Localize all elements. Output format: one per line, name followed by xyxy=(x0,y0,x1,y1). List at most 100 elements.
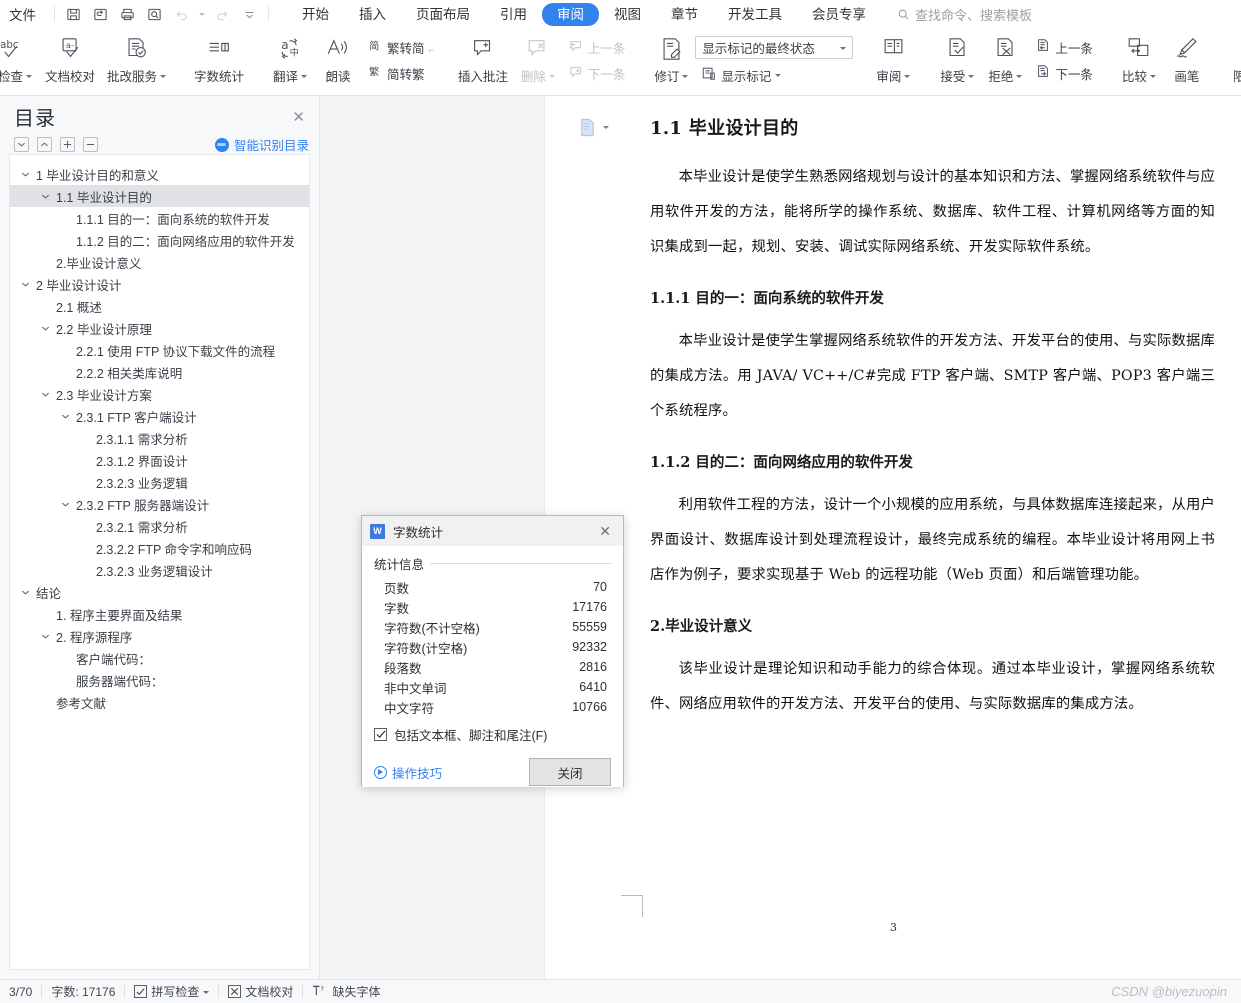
toc-item[interactable]: 1.1 毕业设计目的 xyxy=(10,185,309,207)
chevron-down-icon[interactable] xyxy=(38,193,52,200)
page-layout-control[interactable] xyxy=(579,118,609,137)
tab-view[interactable]: 视图 xyxy=(599,3,656,26)
chevron-down-icon[interactable] xyxy=(38,633,52,640)
chevron-down-icon[interactable] xyxy=(58,413,72,420)
read-aloud-button[interactable]: 朗读 xyxy=(314,31,362,89)
toc-item[interactable]: 2.2.1 使用 FTP 协议下载文件的流程 xyxy=(10,339,309,361)
tab-member[interactable]: 会员专享 xyxy=(797,3,881,26)
track-changes-button[interactable]: 修订 xyxy=(647,31,695,89)
tab-page-layout[interactable]: 页面布局 xyxy=(401,3,485,26)
operation-tips-link[interactable]: 操作技巧 xyxy=(374,763,442,782)
toc-item[interactable]: 2.3.2 FTP 服务器端设计 xyxy=(10,493,309,515)
show-markup-button[interactable]: 显示标记 xyxy=(695,63,853,87)
tab-review[interactable]: 审阅 xyxy=(542,3,599,26)
toc-item[interactable]: 2.3 毕业设计方案 xyxy=(10,383,309,405)
toc-item[interactable]: 2.2 毕业设计原理 xyxy=(10,317,309,339)
trad-to-simp-button[interactable]: 简 繁转简 xyxy=(362,35,431,59)
toc-item[interactable]: 2. 程序源程序 xyxy=(10,625,309,647)
undo-dropdown-icon[interactable] xyxy=(196,3,208,25)
chevron-down-icon[interactable] xyxy=(58,501,72,508)
insert-comment-button[interactable]: 插入批注 xyxy=(452,31,514,89)
next-comment-button[interactable]: 下一条 xyxy=(562,61,632,85)
toc-item[interactable]: 2.2.2 相关类库说明 xyxy=(10,361,309,383)
file-menu-button[interactable]: 文件 xyxy=(0,4,48,24)
toc-item[interactable]: 服务器端代码： xyxy=(10,669,309,691)
save-as-icon[interactable] xyxy=(88,3,113,25)
markup-display-combo[interactable]: 显示标记的最终状态 xyxy=(695,36,853,59)
toc-item[interactable]: 2.3.1 FTP 客户端设计 xyxy=(10,405,309,427)
collapse-up-button[interactable] xyxy=(37,137,52,152)
include-textboxes-checkbox[interactable]: 包括文本框、脚注和尾注(F) xyxy=(374,725,611,744)
customize-qat-icon[interactable] xyxy=(237,3,262,25)
word-count-status[interactable]: 字数: 17176 xyxy=(42,980,124,1003)
dialog-title-bar[interactable]: W 字数统计 ✕ xyxy=(362,516,623,546)
collapse-all-button[interactable] xyxy=(83,137,98,152)
tab-insert[interactable]: 插入 xyxy=(344,3,401,26)
translate-label: 翻译 xyxy=(273,66,298,85)
toc-item[interactable]: 2.毕业设计意义 xyxy=(10,251,309,273)
chevron-down-icon[interactable] xyxy=(38,391,52,398)
simp-to-trad-button[interactable]: 繁 简转繁 xyxy=(362,61,431,85)
brush-button[interactable]: 画笔 xyxy=(1163,31,1211,89)
workspace: 目录 ✕ 智能识别目录 xyxy=(0,96,1241,979)
language-dialog-launcher[interactable]: ⌐ xyxy=(429,45,434,55)
next-change-icon xyxy=(1035,64,1051,82)
document-proofread-button[interactable]: a- 文档校对 xyxy=(39,31,101,89)
delete-comment-button[interactable]: 删除 xyxy=(514,31,562,89)
document-page[interactable]: 1.1 毕业设计目的 本毕业设计是使学生熟悉网络规划与设计的基本知识和方法、掌握… xyxy=(545,96,1241,979)
page-indicator[interactable]: 3/70 xyxy=(0,980,41,1003)
toc-item[interactable]: 2.3.2.1 需求分析 xyxy=(10,515,309,537)
correction-service-button[interactable]: 批改服务 xyxy=(101,31,172,89)
missing-font-status[interactable]: ? 缺失字体 xyxy=(303,980,389,1003)
toc-item[interactable]: 1.1.2 目的二：面向网络应用的软件开发 xyxy=(10,229,309,251)
smart-toc-button[interactable]: 智能识别目录 xyxy=(215,135,309,154)
toc-item[interactable]: 结论 xyxy=(10,581,309,603)
toc-item[interactable]: 1 毕业设计目的和意义 xyxy=(10,163,309,185)
toc-item[interactable]: 参考文献 xyxy=(10,691,309,713)
chevron-down-icon[interactable] xyxy=(18,589,32,596)
chevron-down-icon[interactable] xyxy=(18,171,32,178)
close-icon[interactable]: ✕ xyxy=(593,521,617,542)
reviewing-pane-button[interactable]: 审阅 xyxy=(869,31,917,89)
reject-change-button[interactable]: 拒绝 xyxy=(981,31,1029,89)
tab-chapter[interactable]: 章节 xyxy=(656,3,713,26)
tab-start[interactable]: 开始 xyxy=(287,3,344,26)
toc-item[interactable]: 2.3.2.3 业务逻辑 xyxy=(10,471,309,493)
doc-proofread-status[interactable]: 文档校对 xyxy=(219,980,302,1003)
next-change-button[interactable]: 下一条 xyxy=(1029,61,1099,85)
toc-item[interactable]: 2.3.2.2 FTP 命令字和响应码 xyxy=(10,537,309,559)
toc-item[interactable]: 2.3.2.3 业务逻辑设计 xyxy=(10,559,309,581)
word-count-dialog[interactable]: W 字数统计 ✕ 统计信息 页数70字数17176字符数(不计空格)55559字… xyxy=(361,515,624,787)
restrict-editing-button[interactable]: 限制编辑 xyxy=(1227,31,1241,89)
undo-icon[interactable] xyxy=(169,3,194,25)
tab-dev-tools[interactable]: 开发工具 xyxy=(713,3,797,26)
chevron-down-icon[interactable] xyxy=(38,325,52,332)
chevron-down-icon[interactable] xyxy=(18,281,32,288)
command-search[interactable]: 查找命令、搜索模板 xyxy=(897,5,1032,24)
toc-item[interactable]: 1.1.1 目的一：面向系统的软件开发 xyxy=(10,207,309,229)
print-preview-icon[interactable] xyxy=(142,3,167,25)
toc-item[interactable]: 1. 程序主要界面及结果 xyxy=(10,603,309,625)
toc-item[interactable]: 客户端代码： xyxy=(10,647,309,669)
close-button[interactable]: 关闭 xyxy=(529,758,611,786)
accept-change-button[interactable]: 接受 xyxy=(933,31,981,89)
word-count-button[interactable]: 字数统计 xyxy=(188,31,250,89)
spell-check-status[interactable]: 拼写检查 xyxy=(125,980,218,1003)
toc-item[interactable]: 2 毕业设计设计 xyxy=(10,273,309,295)
previous-comment-button[interactable]: 上一条 xyxy=(562,35,632,59)
print-icon[interactable] xyxy=(115,3,140,25)
close-icon[interactable]: ✕ xyxy=(288,108,309,126)
expand-all-button[interactable] xyxy=(60,137,75,152)
toc-list[interactable]: 1 毕业设计目的和意义1.1 毕业设计目的1.1.1 目的一：面向系统的软件开发… xyxy=(9,154,310,970)
save-icon[interactable] xyxy=(61,3,86,25)
toc-item[interactable]: 2.3.1.2 界面设计 xyxy=(10,449,309,471)
compare-button[interactable]: 比较 xyxy=(1115,31,1163,89)
redo-icon[interactable] xyxy=(210,3,235,25)
translate-button[interactable]: a 中 翻译 xyxy=(266,31,314,89)
toc-item[interactable]: 2.3.1.1 需求分析 xyxy=(10,427,309,449)
previous-change-button[interactable]: 上一条 xyxy=(1029,35,1099,59)
toc-item[interactable]: 2.1 概述 xyxy=(10,295,309,317)
tab-references[interactable]: 引用 xyxy=(485,3,542,26)
collapse-down-button[interactable] xyxy=(14,137,29,152)
spell-check-button[interactable]: abc 检查 xyxy=(0,31,39,89)
